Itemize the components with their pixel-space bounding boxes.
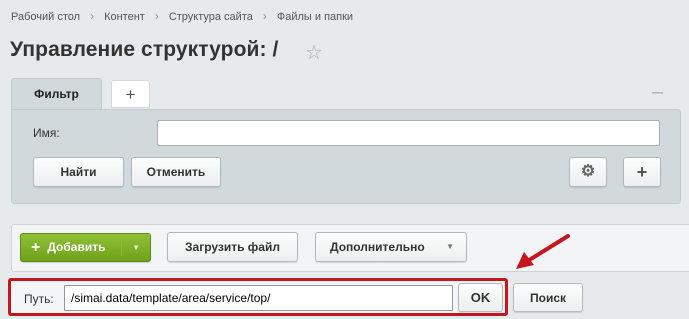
add-button-label: Добавить <box>47 240 106 254</box>
breadcrumb-item-content[interactable]: Контент <box>104 11 145 23</box>
path-input[interactable] <box>64 285 453 311</box>
plus-icon: + <box>125 85 136 104</box>
caret-down-icon[interactable]: ▼ <box>132 234 140 261</box>
add-filter-tab-button[interactable]: + <box>111 80 150 108</box>
chevron-right-icon: › <box>154 9 159 23</box>
gear-icon: ⚙ <box>580 163 596 180</box>
find-button[interactable]: Найти <box>33 157 124 187</box>
breadcrumb-item-files-folders[interactable]: Файлы и папки <box>277 11 353 23</box>
name-label: Имя: <box>33 126 60 140</box>
chevron-right-icon: › <box>262 9 267 23</box>
arrow-annotation-icon <box>516 234 570 269</box>
name-input[interactable] <box>157 120 660 146</box>
path-label: Путь: <box>24 292 54 306</box>
plus-icon: + <box>31 239 41 256</box>
more-button[interactable]: Дополнительно ▼ <box>315 232 467 262</box>
chevron-right-icon: › <box>90 9 95 23</box>
page-title: Управление структурой: / <box>10 38 279 61</box>
add-filter-field-button[interactable]: + <box>623 157 661 187</box>
caret-down-icon: ▼ <box>446 242 454 251</box>
tab-filter[interactable]: Фильтр <box>11 78 102 109</box>
plus-icon: + <box>636 162 648 182</box>
minus-icon[interactable]: – <box>652 81 663 104</box>
upload-file-button[interactable]: Загрузить файл <box>167 232 298 262</box>
breadcrumb: Рабочий стол › Контент › Структура сайта › Фай… <box>11 9 353 23</box>
settings-button[interactable]: ⚙ <box>569 157 607 187</box>
add-button[interactable]: + Добавить ▼ <box>20 233 151 262</box>
divider <box>121 239 122 256</box>
breadcrumb-item-site-structure[interactable]: Структура сайта <box>169 11 253 23</box>
search-button[interactable]: Поиск <box>513 283 583 312</box>
cancel-button[interactable]: Отменить <box>131 157 221 187</box>
more-button-label: Дополнительно <box>330 240 425 254</box>
star-icon[interactable]: ☆ <box>305 40 323 65</box>
breadcrumb-item-desktop[interactable]: Рабочий стол <box>11 11 80 23</box>
ok-button[interactable]: OK <box>458 283 503 312</box>
